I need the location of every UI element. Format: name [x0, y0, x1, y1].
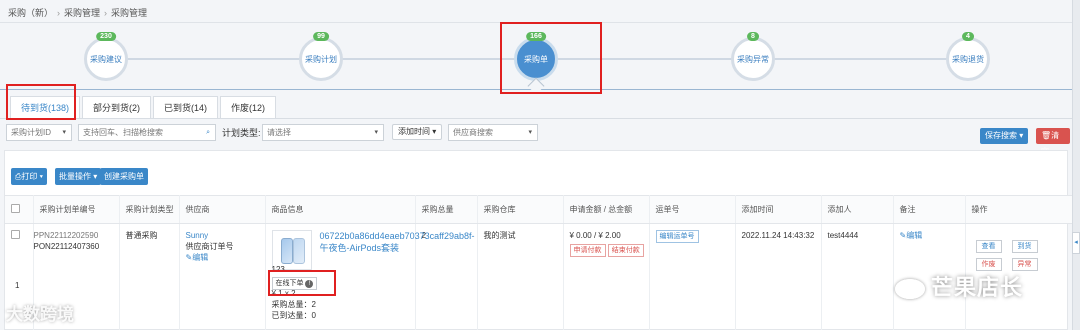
supplier-order-label: 供应商订单号 [185, 242, 234, 251]
chevron-down-icon: ▾ [528, 129, 532, 136]
col-header: 运单号 [649, 195, 736, 224]
highlight-box-tab [6, 84, 76, 120]
step-purchase-plan[interactable]: 99 采购计划 [299, 32, 343, 81]
watermark-right: 芒果店长 [895, 270, 1023, 302]
supplier-search-select[interactable]: 供应商搜索 ▾ [448, 124, 538, 141]
step-count: 8 [747, 32, 759, 41]
highlight-box-step [500, 22, 602, 94]
col-header: 采购计划类型 [119, 195, 180, 224]
divider [0, 118, 1072, 119]
plan-type: 普通采购 [119, 223, 180, 330]
search-icon: ⌕ [206, 129, 210, 136]
plan-id-select[interactable]: 采购计划ID ▾ [6, 124, 72, 141]
print-button[interactable]: ⎙打印 ▾ [11, 168, 47, 185]
highlight-box-online-order [268, 270, 336, 296]
search-input[interactable]: 支持回车、扫描枪搜索 ⌕ [78, 124, 216, 141]
breadcrumb: 采购（新） › 采购管理 › 采购管理 [8, 8, 148, 18]
step-count: 4 [962, 32, 974, 41]
col-header: 采购总量 [415, 195, 478, 224]
add-time: 2022.11.24 14:43:32 [735, 223, 822, 330]
batch-button[interactable]: 批量操作 ▾ [55, 168, 102, 185]
plan-number: PPN22112202590 [33, 231, 99, 240]
create-order-button[interactable]: 创建采购单 [100, 168, 148, 185]
order-table: 采购计划单编号 采购计划类型 供应商 商品信息 采购总量 采购仓库 申请金额 /… [5, 195, 1080, 330]
phone-image-icon [292, 238, 305, 264]
col-header: 申请金额 / 总金额 [563, 195, 650, 224]
step-purchase-return[interactable]: 4 采购退货 [946, 32, 990, 81]
view-button[interactable]: 查看 [975, 240, 1002, 253]
wechat-icon [895, 279, 925, 300]
step-purchase-exception[interactable]: 8 采购异常 [731, 32, 775, 81]
col-header: 操作 [965, 195, 1080, 224]
row-checkbox[interactable] [11, 230, 20, 239]
add-time-button[interactable]: 添加时间 ▾ [392, 124, 443, 140]
col-header: 添加时间 [735, 195, 822, 224]
edit-waybill-button[interactable]: 编辑运单号 [655, 230, 699, 243]
side-collapse-bar: ◂ [1072, 0, 1080, 330]
adder: test4444 [821, 223, 894, 330]
col-header: 采购计划单编号 [33, 195, 120, 224]
amount: ¥ 0.00 / ¥ 2.00 [569, 231, 621, 240]
save-search-button[interactable]: 保存搜索 ▾ [980, 128, 1029, 144]
col-header: 供应商 [179, 195, 266, 224]
plan-type-select[interactable]: 请选择 ▾ [262, 124, 384, 141]
step-count: 230 [96, 32, 116, 41]
step-label: 采购退货 [952, 54, 984, 64]
chevron-down-icon: ▾ [62, 129, 66, 136]
plan-type-label: 计划类型: [222, 128, 261, 138]
row-index: 1 [15, 281, 20, 290]
trash-icon: 🗑 [1041, 131, 1052, 140]
col-header: 备注 [893, 195, 966, 224]
chevron-down-icon: ▾ [1019, 131, 1024, 140]
col-header: 采购仓库 [477, 195, 564, 224]
purchase-qty: 采购总量：2 [271, 300, 316, 309]
step-count: 99 [313, 32, 329, 41]
tab-partial[interactable]: 部分到货(2) [82, 96, 152, 118]
breadcrumb-item[interactable]: 采购（新） [8, 8, 53, 18]
order-number: PON22112407360 [33, 242, 100, 251]
phone-image-icon [280, 238, 293, 264]
table-header-row: 采购计划单编号 采购计划类型 供应商 商品信息 采购总量 采购仓库 申请金额 /… [5, 195, 1080, 224]
arrival-button[interactable]: 到货 [1011, 240, 1038, 253]
breadcrumb-item: 采购管理 [111, 8, 148, 18]
breadcrumb-item[interactable]: 采购管理 [64, 8, 100, 18]
watermark-left: 大数跨境 [6, 305, 74, 324]
chevron-down-icon: ▾ [374, 129, 378, 136]
expand-arrow-icon[interactable]: ◂ [1072, 232, 1080, 254]
order-panel: ⎙打印 ▾ 批量操作 ▾ 创建采购单 采购计划单编号 采购计划类型 供应商 商品… [4, 150, 1080, 330]
step-label: 采购计划 [305, 54, 337, 64]
edit-supplier-link[interactable]: ✎编辑 [186, 252, 265, 263]
clear-button[interactable]: 🗑清空 [1036, 128, 1070, 156]
warehouse: 我的测试 [477, 223, 564, 330]
product-title-link[interactable]: 06722b0a86dd4eaeb70373caff29ab8f-午夜色-Air… [320, 230, 475, 254]
filter-bar: 采购计划ID ▾ 支持回车、扫描枪搜索 ⌕ 计划类型: 请选择 ▾ 添加时间 ▾ 供应… [6, 124, 1070, 156]
col-header: 添加人 [821, 195, 894, 224]
tab-void[interactable]: 作废(12) [220, 96, 277, 118]
edit-remark-link[interactable]: ✎编辑 [900, 231, 923, 240]
arrived-qty: 已到达量：0 [271, 311, 316, 320]
select-all-checkbox[interactable] [11, 204, 20, 213]
col-header: 商品信息 [265, 195, 416, 224]
step-label: 采购异常 [737, 54, 769, 64]
supplier-name[interactable]: Sunny [186, 230, 265, 241]
settle-payment-button[interactable]: 结束付款 [607, 244, 644, 257]
step-purchase-suggestion[interactable]: 230 采购建议 [84, 32, 128, 81]
tab-arrived[interactable]: 已到货(14) [153, 96, 219, 118]
apply-payment-button[interactable]: 申请付款 [569, 244, 606, 257]
step-label: 采购建议 [90, 54, 122, 64]
